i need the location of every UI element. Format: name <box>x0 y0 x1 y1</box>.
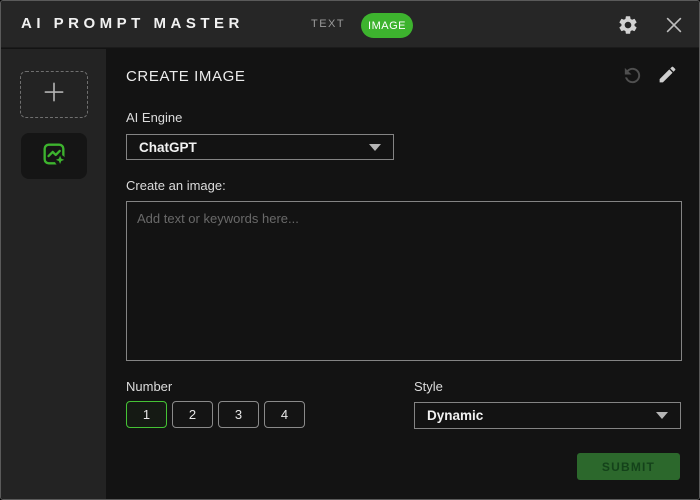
submit-button[interactable]: SUBMIT <box>577 453 680 480</box>
number-button-3[interactable]: 3 <box>218 401 259 428</box>
main-panel: CREATE IMAGE AI Engine ChatGPT Create an… <box>106 49 699 499</box>
tab-image[interactable]: IMAGE <box>361 13 413 38</box>
engine-select-value: ChatGPT <box>139 139 197 155</box>
app-title: AI PROMPT MASTER <box>21 15 244 32</box>
engine-label: AI Engine <box>126 110 183 125</box>
style-select[interactable]: Dynamic <box>414 402 681 429</box>
chevron-down-icon <box>369 143 381 151</box>
chevron-down-icon <box>656 412 668 419</box>
prompt-input[interactable] <box>126 201 682 361</box>
titlebar: AI PROMPT MASTER TEXT IMAGE <box>1 1 699 48</box>
number-button-1[interactable]: 1 <box>126 401 167 428</box>
image-sparkle-icon <box>40 140 68 173</box>
tab-text[interactable]: TEXT <box>303 13 353 35</box>
app-window: AI PROMPT MASTER TEXT IMAGE CREATE IMAGE… <box>0 0 700 500</box>
engine-select[interactable]: ChatGPT <box>126 134 394 160</box>
prompt-label: Create an image: <box>126 178 226 193</box>
style-label: Style <box>414 379 443 394</box>
undo-icon[interactable] <box>621 64 644 87</box>
style-select-value: Dynamic <box>427 408 484 423</box>
number-button-2[interactable]: 2 <box>172 401 213 428</box>
number-button-group: 1 2 3 4 <box>126 401 305 428</box>
pencil-icon[interactable] <box>657 64 680 87</box>
add-image-slot-button[interactable] <box>20 71 88 118</box>
sidebar <box>1 49 106 499</box>
plus-icon <box>41 79 67 110</box>
number-label: Number <box>126 379 173 394</box>
page-title: CREATE IMAGE <box>126 68 246 85</box>
number-button-4[interactable]: 4 <box>264 401 305 428</box>
close-icon[interactable] <box>663 14 685 36</box>
gear-icon[interactable] <box>617 14 639 36</box>
header-icons <box>621 64 680 87</box>
image-slot-button-active[interactable] <box>21 133 87 179</box>
